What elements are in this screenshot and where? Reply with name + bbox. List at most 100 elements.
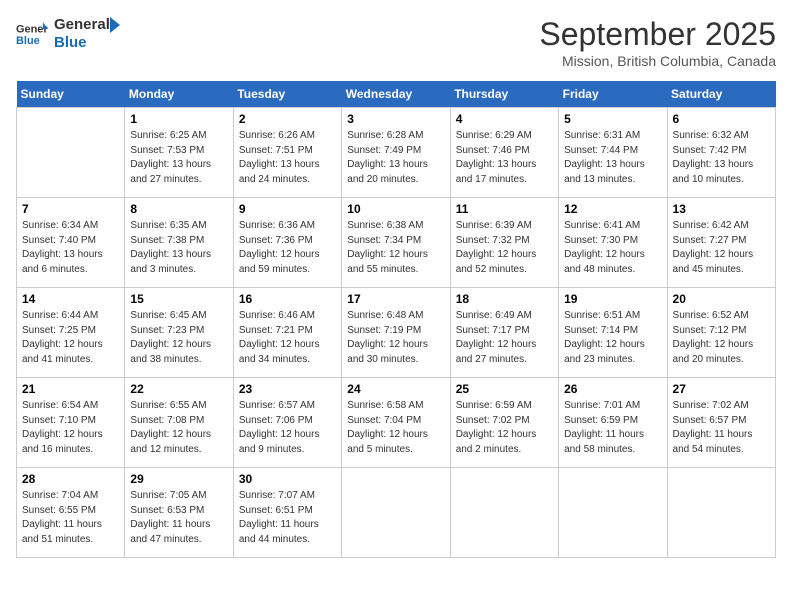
calendar-cell: 10 Sunrise: 6:38 AM Sunset: 7:34 PM Dayli… xyxy=(342,198,450,288)
calendar-cell: 17 Sunrise: 6:48 AM Sunset: 7:19 PM Dayli… xyxy=(342,288,450,378)
calendar-table: SundayMondayTuesdayWednesdayThursdayFrid… xyxy=(16,81,776,558)
day-number: 5 xyxy=(564,112,661,126)
calendar-week-5: 28 Sunrise: 7:04 AM Sunset: 6:55 PM Dayli… xyxy=(17,468,776,558)
calendar-cell: 3Sunrise: 6:28 AM Sunset: 7:49 PM Daylig… xyxy=(342,108,450,198)
calendar-cell: 27Sunrise: 7:02 AM Sunset: 6:57 PM Dayli… xyxy=(667,378,775,468)
day-info: Sunrise: 6:46 AM Sunset: 7:21 PM Dayligh… xyxy=(239,309,336,367)
weekday-header-row: SundayMondayTuesdayWednesdayThursdayFrid… xyxy=(17,81,776,108)
month-title: September 2025 xyxy=(539,16,776,53)
title-block: September 2025 Mission, British Columbia… xyxy=(539,16,776,69)
calendar-cell xyxy=(17,108,125,198)
calendar-cell: 30 Sunrise: 7:07 AM Sunset: 6:51 PM Dayli… xyxy=(233,468,341,558)
day-info: Sunrise: 6:45 AM Sunset: 7:23 PM Dayligh… xyxy=(130,309,227,367)
weekday-header-monday: Monday xyxy=(125,81,233,108)
calendar-cell xyxy=(667,468,775,558)
day-info: Sunrise: 6:31 AM Sunset: 7:44 PM Dayligh… xyxy=(564,129,661,187)
weekday-header-friday: Friday xyxy=(559,81,667,108)
day-number: 10 xyxy=(347,202,444,216)
day-number: 7 xyxy=(22,202,119,216)
weekday-header-sunday: Sunday xyxy=(17,81,125,108)
day-number: 25 xyxy=(456,382,553,396)
calendar-cell: 21 Sunrise: 6:54 AM Sunset: 7:10 PM Dayli… xyxy=(17,378,125,468)
location: Mission, British Columbia, Canada xyxy=(539,53,776,69)
day-number: 3 xyxy=(347,112,444,126)
day-info: Sunrise: 6:54 AM Sunset: 7:10 PM Dayligh… xyxy=(22,399,119,457)
calendar-cell: 13 Sunrise: 6:42 AM Sunset: 7:27 PM Dayli… xyxy=(667,198,775,288)
day-number: 15 xyxy=(130,292,227,306)
day-number: 17 xyxy=(347,292,444,306)
logo-icon: General Blue xyxy=(16,20,48,48)
day-info: Sunrise: 6:58 AM Sunset: 7:04 PM Dayligh… xyxy=(347,399,444,457)
calendar-cell: 19 Sunrise: 6:51 AM Sunset: 7:14 PM Dayli… xyxy=(559,288,667,378)
calendar-cell: 28 Sunrise: 7:04 AM Sunset: 6:55 PM Dayli… xyxy=(17,468,125,558)
day-info: Sunrise: 6:32 AM Sunset: 7:42 PM Dayligh… xyxy=(673,129,770,187)
calendar-cell: 7 Sunrise: 6:34 AM Sunset: 7:40 PM Daylig… xyxy=(17,198,125,288)
logo-arrow-icon xyxy=(102,15,122,35)
weekday-header-saturday: Saturday xyxy=(667,81,775,108)
day-number: 6 xyxy=(673,112,770,126)
calendar-cell: 2Sunrise: 6:26 AM Sunset: 7:51 PM Daylig… xyxy=(233,108,341,198)
calendar-week-3: 14Sunrise: 6:44 AM Sunset: 7:25 PM Dayli… xyxy=(17,288,776,378)
day-info: Sunrise: 6:36 AM Sunset: 7:36 PM Dayligh… xyxy=(239,219,336,277)
day-number: 23 xyxy=(239,382,336,396)
day-number: 13 xyxy=(673,202,770,216)
calendar-cell xyxy=(559,468,667,558)
calendar-cell: 23 Sunrise: 6:57 AM Sunset: 7:06 PM Dayli… xyxy=(233,378,341,468)
day-info: Sunrise: 6:34 AM Sunset: 7:40 PM Dayligh… xyxy=(22,219,119,277)
day-info: Sunrise: 6:51 AM Sunset: 7:14 PM Dayligh… xyxy=(564,309,661,367)
day-info: Sunrise: 7:01 AM Sunset: 6:59 PM Dayligh… xyxy=(564,399,661,457)
day-info: Sunrise: 6:25 AM Sunset: 7:53 PM Dayligh… xyxy=(130,129,227,187)
day-info: Sunrise: 6:48 AM Sunset: 7:19 PM Dayligh… xyxy=(347,309,444,367)
day-number: 2 xyxy=(239,112,336,126)
logo: General Blue General Blue xyxy=(16,16,122,52)
day-info: Sunrise: 6:57 AM Sunset: 7:06 PM Dayligh… xyxy=(239,399,336,457)
logo-line2: Blue xyxy=(54,34,110,52)
day-number: 14 xyxy=(22,292,119,306)
day-number: 1 xyxy=(130,112,227,126)
day-number: 4 xyxy=(456,112,553,126)
day-info: Sunrise: 6:38 AM Sunset: 7:34 PM Dayligh… xyxy=(347,219,444,277)
day-number: 19 xyxy=(564,292,661,306)
day-number: 9 xyxy=(239,202,336,216)
day-number: 11 xyxy=(456,202,553,216)
calendar-cell: 16Sunrise: 6:46 AM Sunset: 7:21 PM Dayli… xyxy=(233,288,341,378)
day-number: 28 xyxy=(22,472,119,486)
day-number: 18 xyxy=(456,292,553,306)
day-info: Sunrise: 6:49 AM Sunset: 7:17 PM Dayligh… xyxy=(456,309,553,367)
day-number: 24 xyxy=(347,382,444,396)
day-info: Sunrise: 6:29 AM Sunset: 7:46 PM Dayligh… xyxy=(456,129,553,187)
day-info: Sunrise: 6:55 AM Sunset: 7:08 PM Dayligh… xyxy=(130,399,227,457)
calendar-cell: 9 Sunrise: 6:36 AM Sunset: 7:36 PM Daylig… xyxy=(233,198,341,288)
day-info: Sunrise: 6:39 AM Sunset: 7:32 PM Dayligh… xyxy=(456,219,553,277)
calendar-cell: 1 Sunrise: 6:25 AM Sunset: 7:53 PM Daylig… xyxy=(125,108,233,198)
calendar-cell: 4 Sunrise: 6:29 AM Sunset: 7:46 PM Daylig… xyxy=(450,108,558,198)
calendar-cell: 18 Sunrise: 6:49 AM Sunset: 7:17 PM Dayli… xyxy=(450,288,558,378)
calendar-week-4: 21 Sunrise: 6:54 AM Sunset: 7:10 PM Dayli… xyxy=(17,378,776,468)
day-info: Sunrise: 6:41 AM Sunset: 7:30 PM Dayligh… xyxy=(564,219,661,277)
calendar-cell xyxy=(450,468,558,558)
day-number: 20 xyxy=(673,292,770,306)
weekday-header-thursday: Thursday xyxy=(450,81,558,108)
calendar-cell: 22 Sunrise: 6:55 AM Sunset: 7:08 PM Dayli… xyxy=(125,378,233,468)
day-info: Sunrise: 7:05 AM Sunset: 6:53 PM Dayligh… xyxy=(130,489,227,547)
day-info: Sunrise: 7:04 AM Sunset: 6:55 PM Dayligh… xyxy=(22,489,119,547)
page-header: General Blue General Blue September 2025… xyxy=(16,16,776,69)
calendar-cell: 8Sunrise: 6:35 AM Sunset: 7:38 PM Daylig… xyxy=(125,198,233,288)
calendar-cell: 26Sunrise: 7:01 AM Sunset: 6:59 PM Dayli… xyxy=(559,378,667,468)
calendar-cell: 14Sunrise: 6:44 AM Sunset: 7:25 PM Dayli… xyxy=(17,288,125,378)
calendar-cell: 15 Sunrise: 6:45 AM Sunset: 7:23 PM Dayli… xyxy=(125,288,233,378)
day-number: 21 xyxy=(22,382,119,396)
weekday-header-wednesday: Wednesday xyxy=(342,81,450,108)
day-number: 30 xyxy=(239,472,336,486)
day-number: 8 xyxy=(130,202,227,216)
day-number: 22 xyxy=(130,382,227,396)
calendar-cell: 11 Sunrise: 6:39 AM Sunset: 7:32 PM Dayli… xyxy=(450,198,558,288)
day-info: Sunrise: 6:42 AM Sunset: 7:27 PM Dayligh… xyxy=(673,219,770,277)
calendar-cell: 5 Sunrise: 6:31 AM Sunset: 7:44 PM Daylig… xyxy=(559,108,667,198)
calendar-week-2: 7 Sunrise: 6:34 AM Sunset: 7:40 PM Daylig… xyxy=(17,198,776,288)
calendar-cell: 29Sunrise: 7:05 AM Sunset: 6:53 PM Dayli… xyxy=(125,468,233,558)
calendar-cell: 24 Sunrise: 6:58 AM Sunset: 7:04 PM Dayli… xyxy=(342,378,450,468)
day-info: Sunrise: 7:07 AM Sunset: 6:51 PM Dayligh… xyxy=(239,489,336,547)
calendar-cell: 12Sunrise: 6:41 AM Sunset: 7:30 PM Dayli… xyxy=(559,198,667,288)
day-info: Sunrise: 6:52 AM Sunset: 7:12 PM Dayligh… xyxy=(673,309,770,367)
